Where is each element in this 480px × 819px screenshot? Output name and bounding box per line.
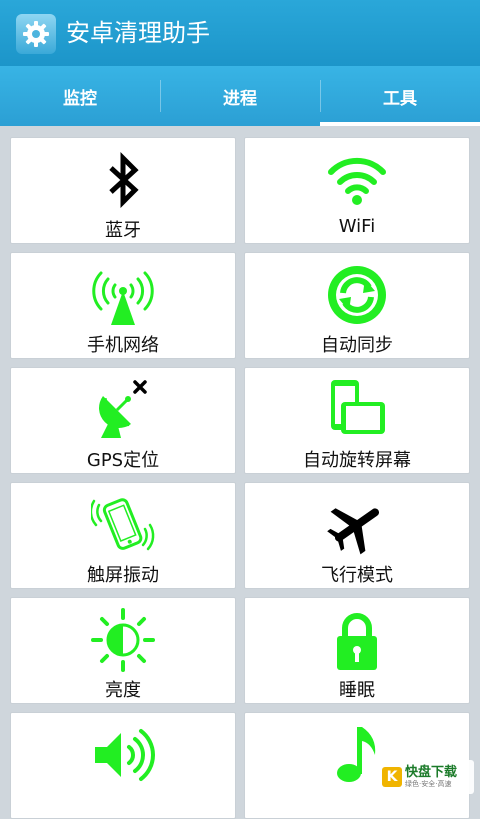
gear-icon[interactable] <box>16 14 56 54</box>
airplane-icon <box>327 508 380 555</box>
tool-label: 自动同步 <box>321 335 393 356</box>
tool-bluetooth[interactable]: 蓝牙 <box>10 137 236 244</box>
bluetooth-icon <box>109 151 139 209</box>
tab-label: 进程 <box>223 88 257 109</box>
tool-gps[interactable]: GPS定位 <box>10 367 236 474</box>
cell-tower-icon <box>92 271 154 325</box>
tool-airplane-mode[interactable]: 飞行模式 <box>244 482 470 589</box>
sync-icon <box>328 266 386 324</box>
tool-sleep[interactable]: 睡眠 <box>244 597 470 704</box>
tool-auto-sync[interactable]: 自动同步 <box>244 252 470 359</box>
lock-icon <box>337 613 377 670</box>
tool-label: WiFi <box>338 216 376 237</box>
tool-label: GPS定位 <box>86 450 160 471</box>
brightness-icon <box>91 608 155 672</box>
tool-vibrate[interactable]: 触屏振动 <box>10 482 236 589</box>
tool-label: 自动旋转屏幕 <box>303 450 411 471</box>
tool-auto-rotate[interactable]: 自动旋转屏幕 <box>244 367 470 474</box>
watermark-tagline: 绿色·安全·高速 <box>405 780 452 788</box>
tool-label: 触屏振动 <box>87 565 159 586</box>
watermark-logo: K 快盘下载 绿色·安全·高速 <box>378 760 474 794</box>
app-bar: 安卓清理助手 <box>0 0 480 66</box>
vibrate-icon <box>91 498 155 551</box>
tool-label: 亮度 <box>105 680 141 701</box>
tool-brightness[interactable]: 亮度 <box>10 597 236 704</box>
tool-label: 手机网络 <box>87 335 159 356</box>
watermark-letter: K <box>382 767 402 787</box>
satellite-dish-icon <box>99 380 147 438</box>
tool-volume[interactable] <box>10 712 236 819</box>
tab-label: 工具 <box>383 88 417 109</box>
wifi-icon <box>328 157 386 205</box>
rotate-screen-icon <box>331 380 385 434</box>
tab-label: 监控 <box>63 88 97 109</box>
app-title: 安卓清理助手 <box>66 19 210 47</box>
tools-grid: 蓝牙 WiFi 手机网络 自动同步 GPS定位 自动旋转屏幕 触屏振动 飞行模式… <box>10 137 470 819</box>
tool-label: 飞行模式 <box>321 565 393 586</box>
tool-label: 睡眠 <box>339 680 375 701</box>
tool-wifi[interactable]: WiFi <box>244 137 470 244</box>
tool-label: 蓝牙 <box>105 220 141 241</box>
tool-mobile-network[interactable]: 手机网络 <box>10 252 236 359</box>
tab-process[interactable]: 进程 <box>160 66 320 126</box>
tab-bar: 监控 进程 工具 <box>0 66 480 126</box>
tab-monitor[interactable]: 监控 <box>0 66 160 126</box>
tab-tools[interactable]: 工具 <box>320 66 480 126</box>
volume-icon <box>95 729 155 781</box>
watermark-brand: 快盘下载 <box>405 765 458 780</box>
